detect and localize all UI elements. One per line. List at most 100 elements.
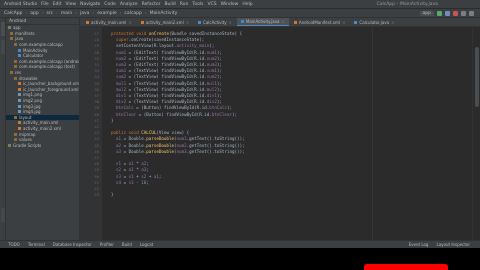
breadcrumb-item[interactable]: example — [97, 11, 116, 16]
code-line: } — [111, 118, 114, 123]
run-config-select[interactable]: app — [419, 10, 434, 16]
menu-item[interactable]: File — [41, 2, 49, 7]
file-icon — [18, 93, 21, 97]
tool-window-button[interactable]: Database Inspector — [53, 242, 92, 247]
editor-tabs: activity_main.xml × activity_main2.xml × Cal… — [80, 18, 480, 27]
close-icon[interactable]: × — [391, 20, 394, 25]
menu-item[interactable]: Run — [180, 2, 189, 7]
menu-item[interactable]: Refactor — [142, 2, 161, 7]
file-icon — [14, 138, 17, 142]
resource-manager-tab[interactable] — [1, 40, 5, 54]
code-token: = — [121, 167, 129, 173]
tool-window-button[interactable]: Layout Inspector — [436, 242, 470, 247]
menu-item[interactable]: Window — [221, 2, 239, 7]
stop-icon[interactable] — [453, 10, 458, 16]
code-token: div1 — [206, 93, 217, 98]
line-number: 32 — [94, 62, 99, 67]
tab-2[interactable]: CalcActivity × — [194, 18, 236, 26]
code-token: ); — [216, 80, 222, 86]
sync-icon[interactable] — [461, 10, 466, 16]
tab-4[interactable]: AndroidManifest.xml × — [290, 18, 350, 26]
line-number: 34 — [94, 74, 99, 80]
code-token: ; — [158, 173, 162, 179]
code-token: btnClear — [211, 111, 232, 117]
menu-bar: Android Studio File Edit View Navigate Code An… — [0, 0, 480, 9]
menu-item[interactable]: Navigate — [80, 2, 100, 7]
file-type-icon — [240, 20, 244, 23]
tab-3[interactable]: MainActivity.java × — [236, 18, 289, 26]
code-line: div2 = (TextView) findViewById(R.id.div2… — [116, 99, 222, 104]
menu-item[interactable]: Help — [242, 2, 252, 7]
line-number: 49 — [94, 167, 99, 173]
breadcrumb-item[interactable]: calcapp — [124, 11, 141, 16]
code-token: = Double. — [121, 148, 147, 154]
tab-1[interactable]: activity_main2.xml × — [137, 18, 193, 26]
menu-item[interactable]: Build — [164, 2, 175, 7]
code-token: sum1 — [206, 68, 217, 74]
breadcrumb-item[interactable]: MainActivity — [150, 11, 178, 16]
tool-window-button[interactable]: Profiler — [100, 242, 114, 247]
project-panel: Android app manifests java com.example.calc… — [6, 18, 80, 240]
subscribe-button[interactable] — [364, 264, 448, 270]
breadcrumb-separator-icon: › — [75, 10, 77, 16]
tab-0[interactable]: activity_main.xml × — [82, 18, 136, 26]
code-token: protected void — [111, 31, 149, 36]
code-token: } — [111, 117, 114, 123]
file-icon — [14, 59, 17, 63]
menu-item[interactable]: Edit — [53, 2, 62, 7]
breadcrumb-item[interactable]: app — [30, 11, 38, 16]
run-icon[interactable] — [437, 10, 442, 16]
close-icon[interactable]: × — [342, 20, 345, 25]
code-token: .getText().toString()); — [186, 148, 245, 154]
right-margin-guide — [372, 27, 373, 240]
menu-item[interactable]: Tools — [192, 2, 203, 7]
debug-icon[interactable] — [445, 10, 450, 16]
tool-window-button[interactable]: Build — [122, 242, 132, 247]
project-tool-tab[interactable] — [1, 22, 5, 36]
code-editor[interactable]: protected void onCreate(Bundle savedInst… — [102, 27, 472, 240]
code-token: btnCalc — [209, 105, 227, 111]
tab-label: CalcActivity — [203, 19, 227, 25]
code-token: parseDouble — [146, 136, 174, 142]
code-token: ); — [216, 55, 222, 61]
tab-label: AndroidManifest.xml — [298, 19, 341, 25]
editor-scrollbar[interactable] — [472, 27, 480, 240]
scrollbar-thumb[interactable] — [475, 47, 479, 107]
menu-item[interactable]: Analyze — [120, 2, 138, 7]
tool-window-button[interactable]: Event Log — [409, 242, 429, 247]
tab-5[interactable]: Calculator.java × — [350, 18, 398, 26]
breadcrumb-item[interactable]: java — [80, 11, 89, 16]
tree-item[interactable]: Gradle Scripts — [6, 142, 79, 148]
code-token: = Double. — [121, 142, 147, 148]
tool-window-button[interactable]: Logcat — [140, 242, 153, 247]
file-type-icon — [86, 20, 89, 24]
search-icon[interactable] — [469, 10, 474, 16]
menu-item[interactable]: Android Studio — [4, 2, 37, 7]
file-icon — [10, 37, 13, 41]
breadcrumb-item[interactable]: main — [61, 11, 72, 16]
breadcrumb-separator-icon: › — [119, 10, 122, 16]
breadcrumb-item[interactable]: src — [47, 11, 54, 16]
code-token: = (Button) findViewById(R.id. — [136, 111, 212, 117]
close-icon[interactable]: × — [229, 20, 232, 25]
tool-window-button[interactable]: TODO — [8, 242, 20, 247]
code-token: ; — [146, 167, 149, 173]
code-token: = (Button) findViewById(R.id. — [133, 105, 210, 111]
file-icon — [18, 121, 21, 125]
close-icon[interactable]: × — [128, 20, 131, 25]
code-line: div1 = (TextView) findViewById(R.id.div1… — [116, 93, 222, 98]
menu-item[interactable]: View — [65, 2, 76, 7]
code-token: div2 — [206, 99, 217, 105]
menu-item[interactable]: VCS — [207, 2, 216, 7]
structure-tool-tab[interactable] — [1, 208, 5, 222]
menu-item[interactable]: Code — [104, 2, 116, 7]
line-number: 31 — [94, 55, 99, 61]
breadcrumb-item[interactable]: CalcApp — [4, 11, 22, 16]
code-token: } — [111, 192, 114, 198]
close-icon[interactable]: × — [282, 19, 285, 24]
close-icon[interactable]: × — [186, 20, 189, 25]
tool-window-button[interactable]: Terminal — [28, 242, 45, 247]
code-token: ); — [216, 62, 222, 67]
project-view-selector[interactable]: Android — [6, 18, 79, 25]
line-number: 44 — [94, 136, 99, 142]
